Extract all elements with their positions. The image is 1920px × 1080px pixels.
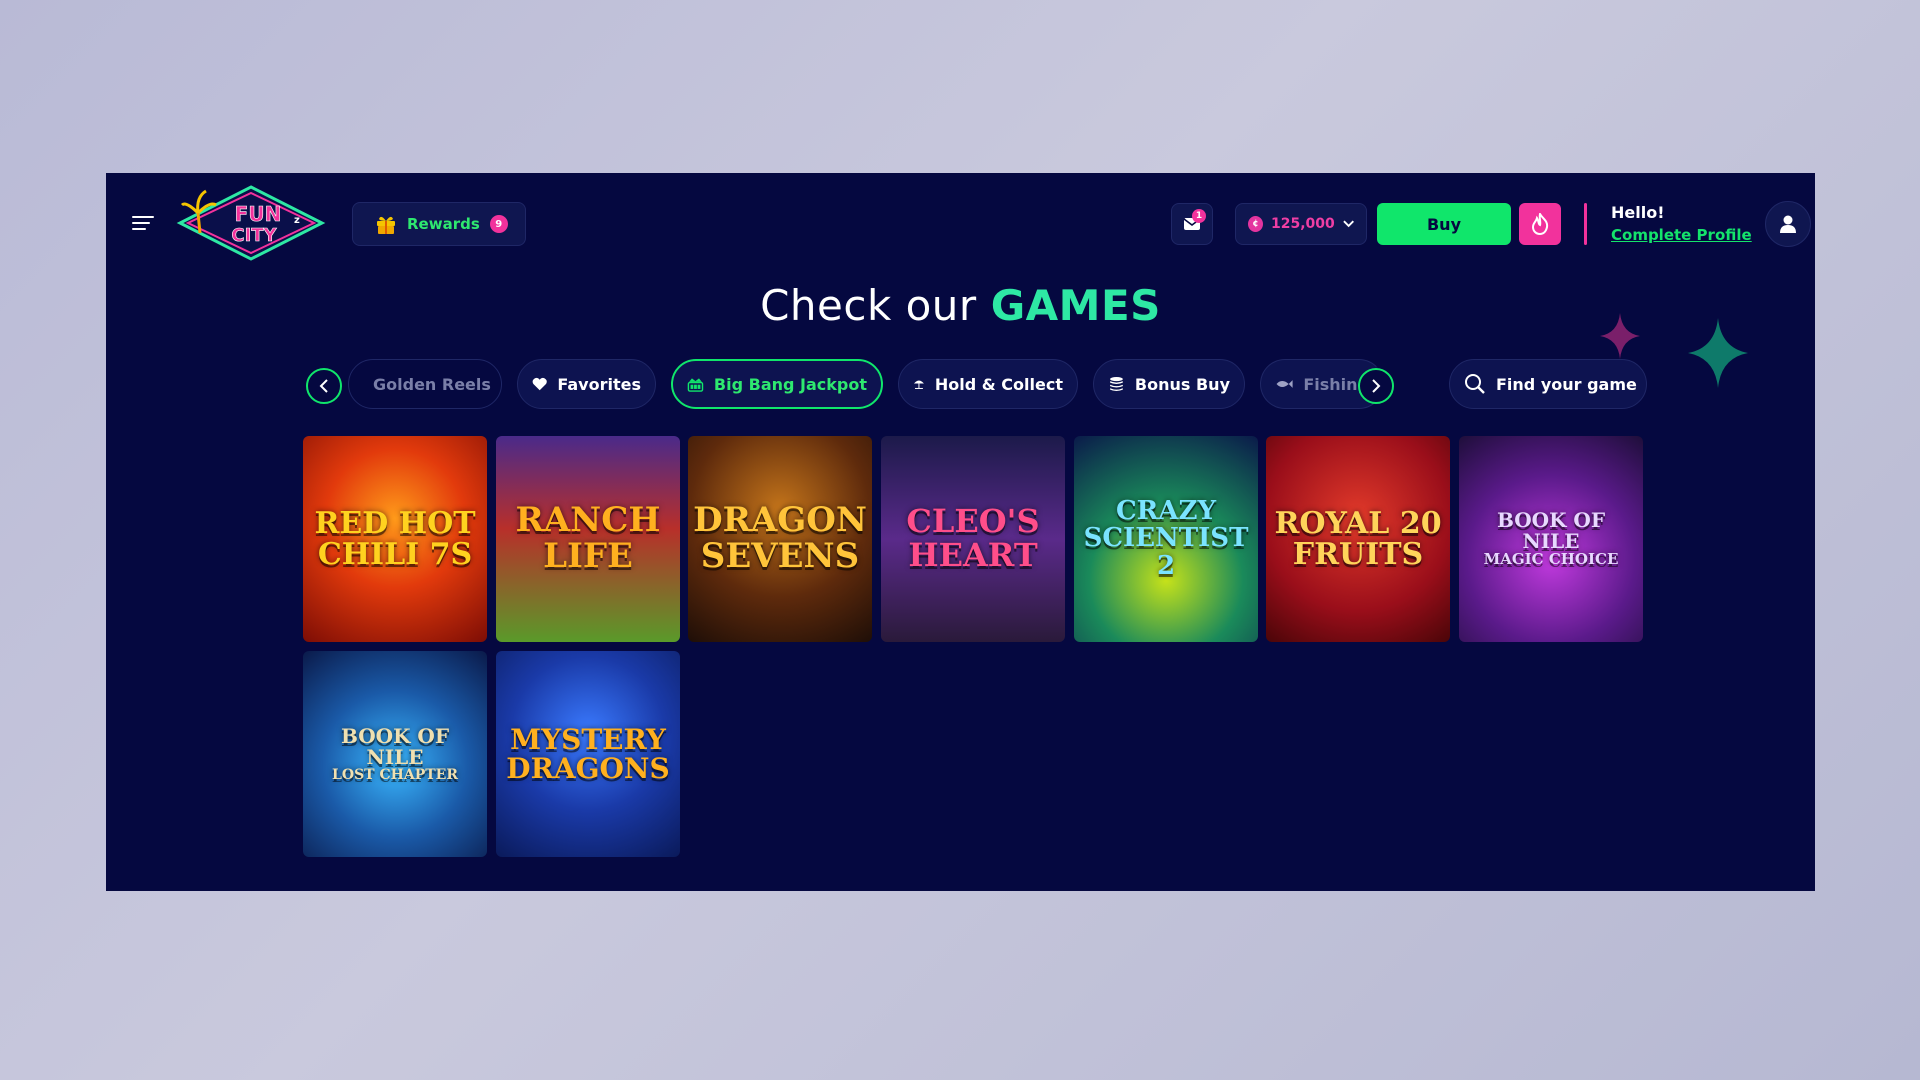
header-divider — [1584, 203, 1587, 245]
profile-button[interactable] — [1765, 201, 1811, 247]
svg-text:CITY: CITY — [231, 225, 277, 246]
tab-favorites[interactable]: Favorites — [517, 359, 656, 409]
chevron-down-icon — [1343, 220, 1354, 228]
tab-label: Favorites — [557, 374, 641, 394]
game-tile-cleos-heart[interactable]: CLEO'S HEART — [881, 436, 1065, 642]
tab-big-bang-jackpot[interactable]: Big Bang Jackpot — [671, 359, 883, 409]
game-tile-dragon-sevens[interactable]: DRAGON SEVENS — [688, 436, 872, 642]
sparkle-icon — [1688, 318, 1748, 388]
page-title: Check our GAMES — [106, 281, 1815, 330]
fun-city-logo[interactable]: FUN z CITY — [176, 183, 326, 263]
tab-bonus-buy[interactable]: Bonus Buy — [1093, 359, 1245, 409]
category-bar: Golden Reels Favorites Big Bang Jackpot — [306, 359, 1506, 409]
menu-icon[interactable] — [132, 216, 154, 232]
title-accent: GAMES — [990, 281, 1161, 330]
hot-deals-button[interactable] — [1519, 203, 1561, 245]
game-tile-royal-20-fruits[interactable]: ROYAL 20 FRUITS — [1266, 436, 1450, 642]
game-tile-ranch-life[interactable]: RANCH LIFE — [496, 436, 680, 642]
game-title: RED HOT CHILI 7s — [314, 505, 476, 572]
svg-text:FUN: FUN — [235, 202, 282, 226]
tab-label: Bonus Buy — [1134, 374, 1230, 394]
search-icon — [1465, 374, 1485, 394]
coins-icon — [1110, 376, 1123, 392]
flame-icon — [1531, 213, 1549, 235]
coin-icon: ¢ — [1248, 216, 1263, 232]
game-title: ROYAL 20 FRUITS — [1274, 505, 1442, 572]
find-game-button[interactable]: Find your game — [1449, 359, 1647, 409]
greeting: Hello! — [1611, 203, 1665, 222]
rewards-label: Rewards — [407, 215, 480, 233]
tab-label: Big Bang Jackpot — [713, 374, 867, 394]
game-title: MYSTERY DRAGONS — [506, 722, 670, 785]
balance-amount: 125,000 — [1270, 216, 1335, 232]
inbox-badge: 1 — [1192, 209, 1206, 223]
rewards-button[interactable]: Rewards 9 — [352, 202, 526, 246]
category-next-button[interactable] — [1358, 368, 1394, 404]
category-prev-button[interactable] — [306, 368, 342, 404]
sparkle-icon — [1600, 313, 1640, 359]
umbrella-icon — [913, 380, 924, 389]
inbox-button[interactable]: 1 — [1171, 203, 1213, 245]
tab-hold-collect[interactable]: Hold & Collect — [898, 359, 1078, 409]
chevron-right-icon — [1372, 379, 1381, 393]
game-title: BOOK OF NILE LOST CHAPTER — [332, 723, 458, 783]
app-window: FUN z CITY Rewards 9 1 ¢ 125,000 Buy Hel… — [106, 173, 1815, 891]
game-tile-book-of-nile-magic-choice[interactable]: BOOK OF NILE MAGIC CHOICE — [1459, 436, 1643, 642]
balance-dropdown[interactable]: ¢ 125,000 — [1235, 203, 1367, 245]
chevron-left-icon — [319, 379, 328, 393]
game-title: CLEO'S HEART — [906, 502, 1040, 574]
tab-label: Hold & Collect — [934, 374, 1063, 394]
game-title: DRAGON SEVENS — [693, 500, 867, 576]
user-icon — [1780, 215, 1796, 233]
svg-text:z: z — [294, 215, 300, 226]
find-game-label: Find your game — [1496, 374, 1637, 394]
jackpot-icon — [687, 378, 704, 392]
game-tile-crazy-scientist-2[interactable]: CRAZY SCIENTIST 2 — [1074, 436, 1258, 642]
heart-icon — [532, 377, 547, 391]
game-tile-book-of-nile-lost-chapter[interactable]: BOOK OF NILE LOST CHAPTER — [303, 651, 487, 857]
game-title: RANCH LIFE — [515, 500, 661, 576]
title-prefix: Check our — [760, 281, 977, 330]
tab-golden-reels[interactable]: Golden Reels — [348, 359, 502, 409]
rewards-badge: 9 — [489, 215, 508, 233]
game-tile-red-hot-chili-7s[interactable]: RED HOT CHILI 7s — [303, 436, 487, 642]
buy-button[interactable]: Buy — [1377, 203, 1511, 245]
tab-label: Golden Reels — [373, 374, 491, 394]
complete-profile-link[interactable]: Complete Profile — [1611, 226, 1752, 244]
fish-icon — [1276, 380, 1293, 388]
game-title: CRAZY SCIENTIST 2 — [1083, 496, 1249, 581]
game-title: BOOK OF NILE MAGIC CHOICE — [1483, 508, 1619, 569]
game-tile-mystery-dragons[interactable]: MYSTERY DRAGONS — [496, 651, 680, 857]
gift-icon — [377, 216, 395, 234]
